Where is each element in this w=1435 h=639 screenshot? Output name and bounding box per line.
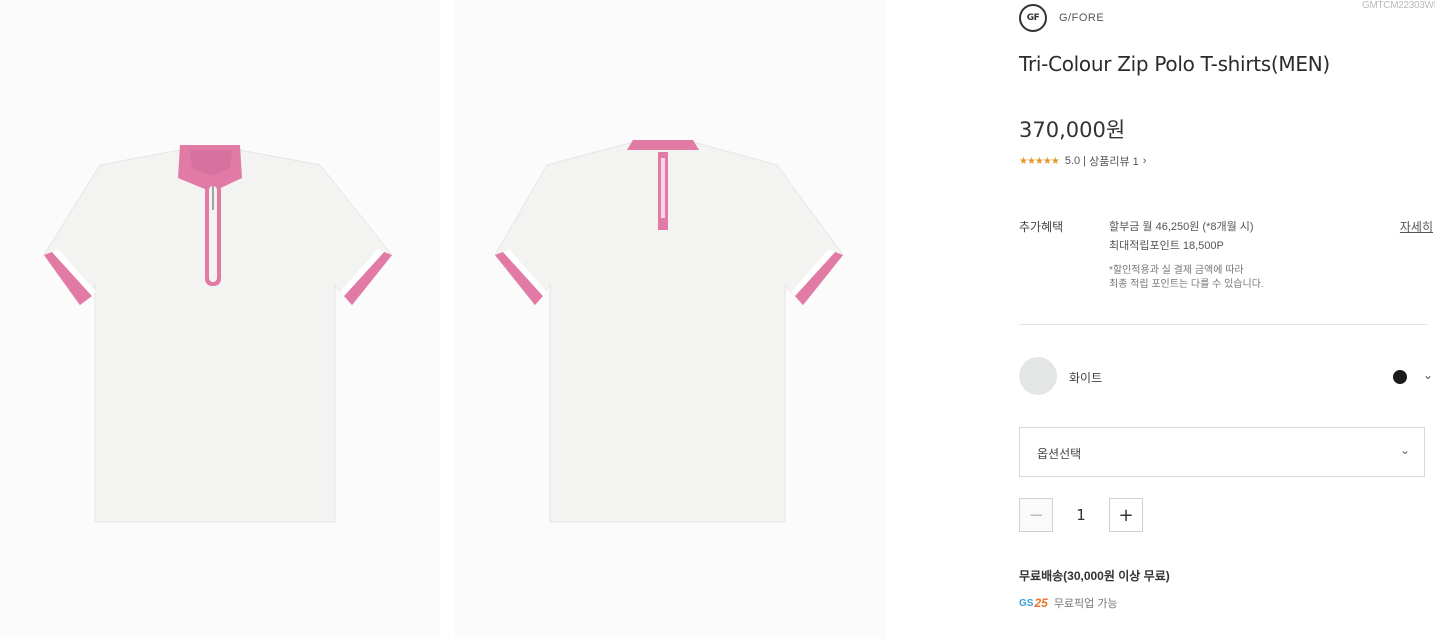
color-swatch-white[interactable] xyxy=(1019,357,1057,395)
benefit-more-link[interactable]: 자세히 xyxy=(1400,218,1433,235)
benefit-note-line2: 최종 적립 포인트는 다를 수 있습니다. xyxy=(1109,279,1264,290)
polo-back-illustration xyxy=(494,140,844,523)
gs25-logo-icon: GS xyxy=(1019,597,1034,609)
chevron-right-icon: › xyxy=(1142,155,1147,167)
divider xyxy=(1019,324,1427,325)
gs25-logo-number: 25 xyxy=(1034,596,1048,610)
rating-separator: | xyxy=(1080,155,1090,167)
product-image-front[interactable] xyxy=(0,0,440,639)
quantity-decrease-button[interactable]: − xyxy=(1019,498,1053,532)
pickup-info: GS 25 무료픽업 가능 xyxy=(1019,595,1118,611)
brand-name[interactable]: G/FORE xyxy=(1059,12,1104,24)
option-select-label: 옵션선택 xyxy=(1037,447,1082,461)
chevron-down-icon: ⌄ xyxy=(1399,443,1410,457)
option-select[interactable]: 옵션선택 ⌄ xyxy=(1019,427,1425,477)
points-text: 최대적립포인트 18,500P xyxy=(1109,240,1224,252)
rating-row[interactable]: ★★★★★ 5.0 | 상품리뷰 1 › xyxy=(1019,153,1146,169)
product-gallery xyxy=(0,0,890,639)
pickup-text: 무료픽업 가능 xyxy=(1053,598,1118,610)
product-image-back[interactable] xyxy=(455,0,885,639)
rating-value: 5.0 xyxy=(1064,155,1081,167)
review-link[interactable]: 상품리뷰 1 xyxy=(1089,153,1139,169)
shipping-info: 무료배송(30,000원 이상 무료) xyxy=(1019,569,1170,583)
product-info-panel: GF G/FORE GMTCM22303WHX Tri-Colour Zip P… xyxy=(1019,0,1435,639)
benefit-label: 추가혜택 xyxy=(1019,220,1064,234)
color-name: 화이트 xyxy=(1069,371,1103,385)
brand-row: GF G/FORE xyxy=(1019,4,1104,32)
color-swatch-black[interactable] xyxy=(1393,370,1407,384)
product-sku: GMTCM22303WHX xyxy=(1361,0,1435,11)
benefit-details: 할부금 월 46,250원 (*8개월 시) 최대적립포인트 18,500P *… xyxy=(1109,218,1264,292)
quantity-stepper: − 1 + xyxy=(1019,498,1143,532)
quantity-increase-button[interactable]: + xyxy=(1109,498,1143,532)
chevron-down-icon[interactable]: ⌄ xyxy=(1423,368,1433,382)
product-price: 370,000원 xyxy=(1019,118,1126,142)
polo-front-illustration xyxy=(43,145,393,523)
benefit-note: *할인적용과 실 결제 금액에 따라 최종 적립 포인트는 다를 수 있습니다. xyxy=(1109,264,1264,292)
color-selector[interactable]: 화이트 ⌄ xyxy=(1019,357,1433,395)
product-title: Tri-Colour Zip Polo T-shirts(MEN) xyxy=(1019,52,1330,76)
rating-stars-icon: ★★★★★ xyxy=(1019,155,1060,167)
benefit-note-line1: *할인적용과 실 결제 금액에 따라 xyxy=(1109,265,1244,276)
quantity-value[interactable]: 1 xyxy=(1053,506,1109,524)
brand-logo[interactable]: GF xyxy=(1019,4,1047,32)
installment-text: 할부금 월 46,250원 (*8개월 시) xyxy=(1109,221,1254,233)
